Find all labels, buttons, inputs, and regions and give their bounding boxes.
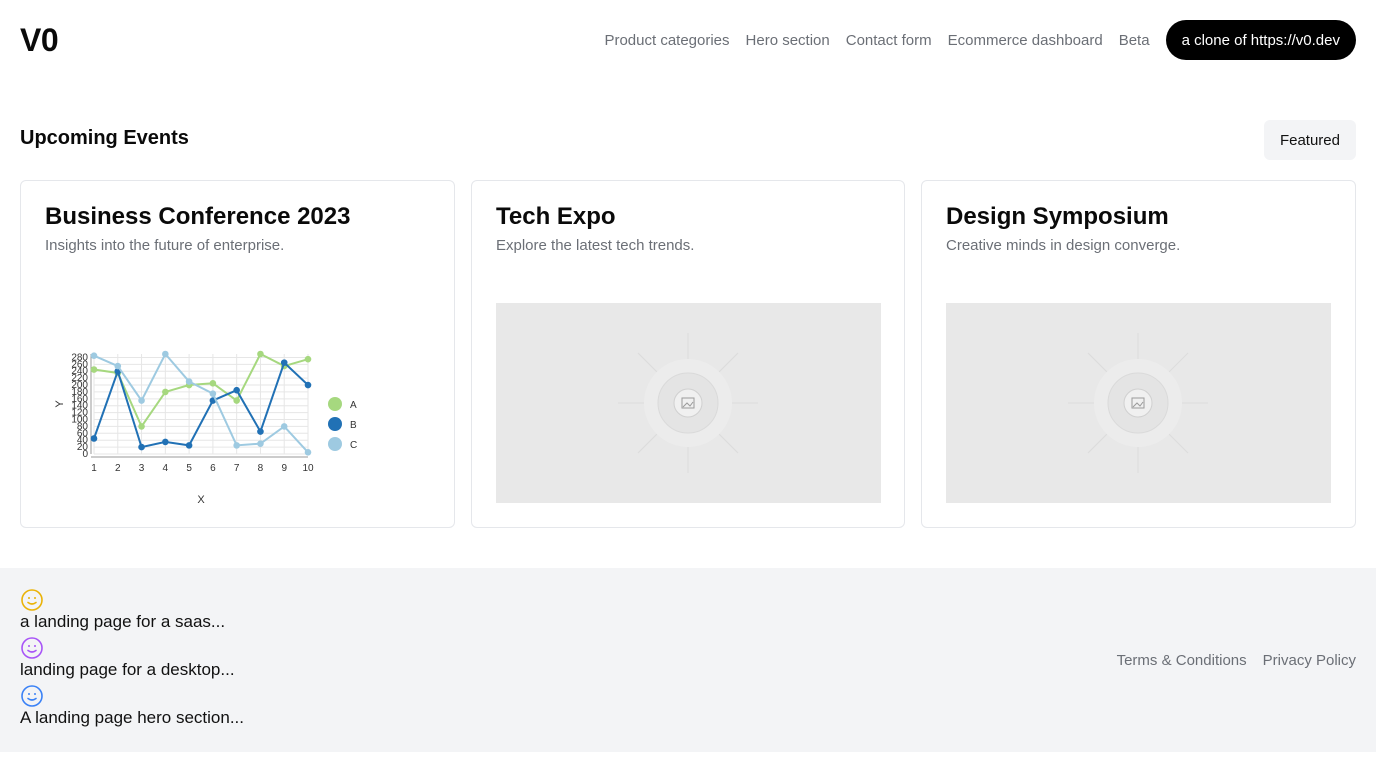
data-point [233,397,240,404]
image-placeholder-icon [618,333,758,473]
footer-links: Terms & Conditions Privacy Policy [1117,652,1356,669]
data-point [138,423,145,430]
data-point [162,438,169,446]
smile-icon [21,589,43,611]
footer: a landing page for a saas... landing pag… [0,568,1376,752]
featured-button[interactable]: Featured [1263,120,1356,160]
series-line-b [93,360,309,449]
card-description: Creative minds in design converge. [946,237,1181,254]
data-point [162,350,169,358]
data-point [90,366,98,373]
event-card[interactable]: Design Symposium Creative minds in desig… [921,180,1356,528]
data-point [304,448,312,456]
data-point [280,359,288,366]
prompt-suggestion[interactable]: A landing page hero section... [20,684,244,727]
x-tick-label: 3 [139,463,145,474]
x-tick-label: 9 [281,463,287,474]
data-point [90,352,98,360]
legend-label: C [350,440,357,451]
data-point [209,380,217,387]
prompt-suggestion[interactable]: landing page for a desktop... [20,636,235,679]
logo[interactable]: V0 [20,21,59,59]
image-placeholder [496,303,881,503]
x-tick-label: 2 [115,463,121,474]
event-card[interactable]: Tech Expo Explore the latest tech trends… [471,180,905,528]
data-point [114,362,122,370]
prompt-text: a landing page for a saas... [20,612,226,631]
card-title: Business Conference 2023 [45,203,351,230]
card-title: Tech Expo [496,203,616,230]
data-point [138,397,145,404]
x-tick-label: 10 [302,463,314,474]
image-placeholder-icon [1068,333,1208,473]
data-point [233,442,240,449]
legend-label: A [350,400,357,411]
data-point [138,443,145,451]
legend-swatch [328,437,342,451]
header: V0 Product categories Hero section Conta… [0,0,1376,80]
x-tick-label: 1 [91,463,97,474]
legend-swatch [328,397,342,411]
x-tick-label: 6 [210,463,216,474]
data-point [233,386,240,394]
data-point [185,442,193,449]
data-point [185,378,193,385]
data-point [304,381,312,389]
prompt-text: landing page for a desktop... [20,660,235,679]
nav-link-beta[interactable]: Beta [1119,32,1150,49]
data-point [257,428,264,435]
data-point [209,390,217,397]
card-description: Insights into the future of enterprise. [45,237,285,254]
legend-label: B [350,420,357,431]
x-axis-label: X [197,494,205,506]
data-point [257,440,264,447]
top-nav: Product categories Hero section Contact … [604,20,1356,60]
series-line-a [93,352,309,429]
smile-icon [21,637,43,659]
prompt-text: A landing page hero section... [20,708,244,727]
data-point [304,355,312,363]
y-tick-label: 280 [71,352,88,363]
x-tick-label: 7 [234,463,240,474]
nav-link-product-categories[interactable]: Product categories [604,32,729,49]
smile-icon [21,685,43,707]
x-tick-label: 5 [186,463,192,474]
series-line-c [93,352,309,453]
nav-link-contact-form[interactable]: Contact form [846,32,932,49]
terms-link[interactable]: Terms & Conditions [1117,652,1247,669]
card-title: Design Symposium [946,203,1169,230]
card-description: Explore the latest tech trends. [496,237,695,254]
section-title: Upcoming Events [20,127,189,149]
x-tick-label: 4 [163,463,169,474]
data-point [257,350,264,358]
prompt-suggestion[interactable]: a landing page for a saas... [20,588,225,631]
legend-swatch [328,417,342,431]
x-tick-label: 8 [258,463,264,474]
data-point [90,435,98,442]
nav-link-ecommerce-dashboard[interactable]: Ecommerce dashboard [948,32,1103,49]
data-point [280,423,288,430]
event-card[interactable]: Business Conference 2023 Insights into t… [20,180,455,528]
image-placeholder [946,303,1331,503]
clone-button[interactable]: a clone of https://v0.dev [1165,20,1356,60]
y-axis-label: Y [54,400,66,408]
data-point [162,388,169,396]
line-chart: 0204060801001201401601802002202402602801… [54,350,357,506]
nav-link-hero-section[interactable]: Hero section [746,32,830,49]
privacy-link[interactable]: Privacy Policy [1263,652,1356,669]
